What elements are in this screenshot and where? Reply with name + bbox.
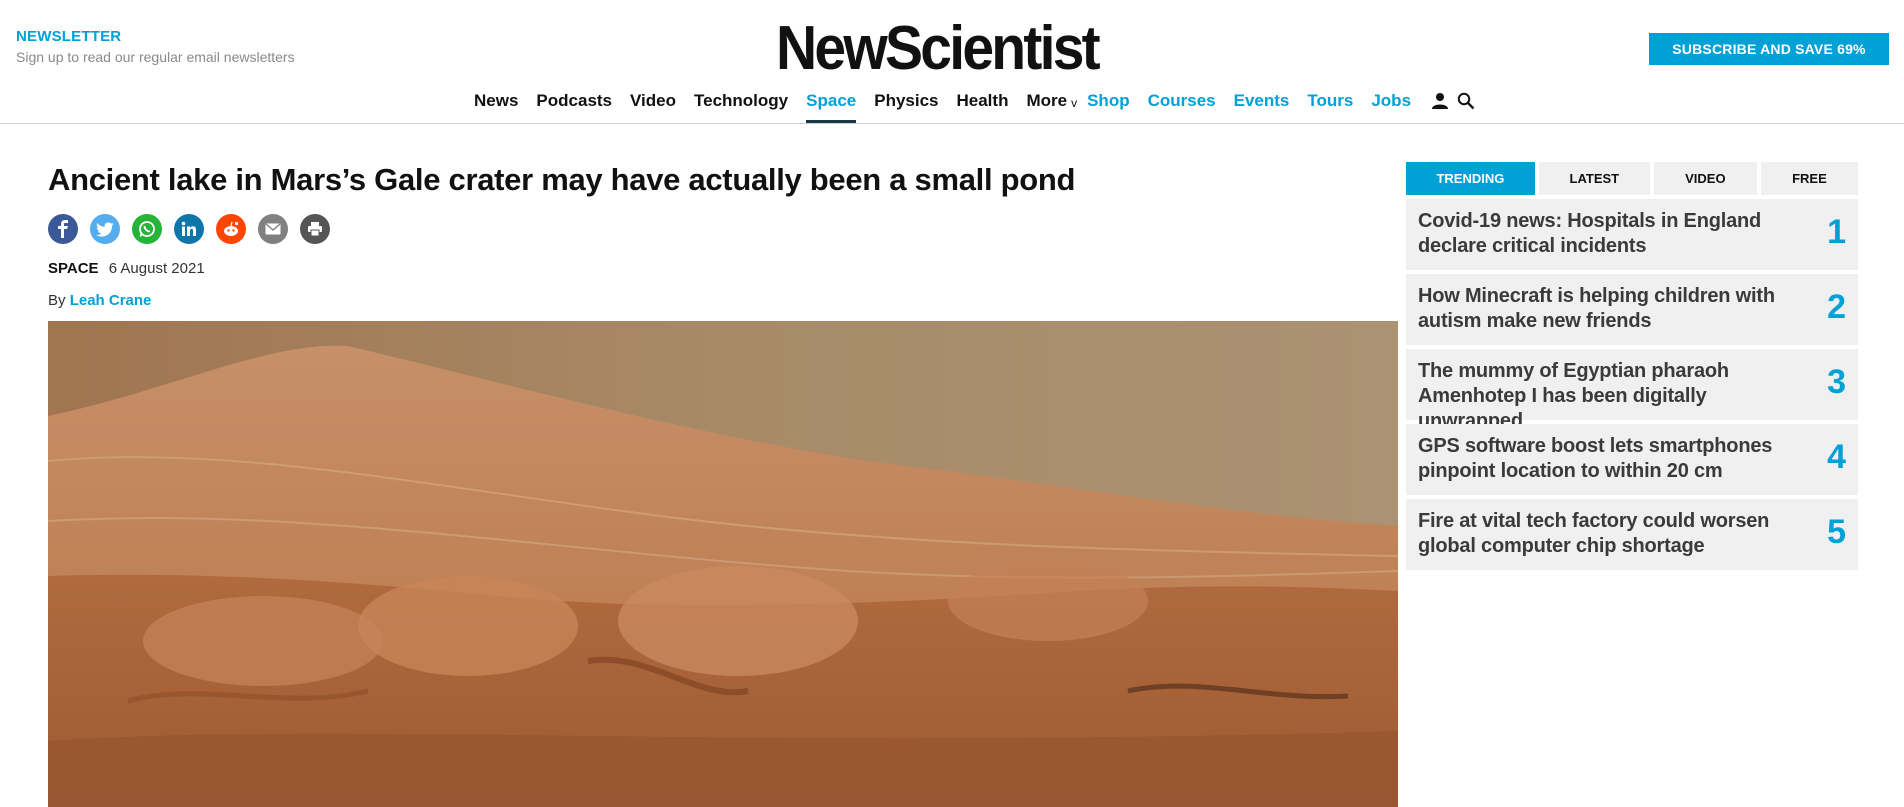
hero-image xyxy=(48,321,1398,807)
trending-title[interactable]: Fire at vital tech factory could worsen … xyxy=(1418,509,1798,559)
header-divider xyxy=(0,123,1904,124)
trending-rank: 5 xyxy=(1827,513,1846,551)
trending-rank: 2 xyxy=(1827,288,1846,326)
newsletter-signup[interactable]: NEWSLETTER Sign up to read our regular e… xyxy=(16,28,295,65)
trending-list: Covid-19 news: Hospitals in England decl… xyxy=(1406,199,1858,574)
nav-item-video[interactable]: Video xyxy=(630,88,676,124)
nav-link-shop[interactable]: Shop xyxy=(1087,88,1130,124)
tab-free[interactable]: FREE xyxy=(1760,162,1858,195)
nav-item-space[interactable]: Space xyxy=(806,88,857,124)
whatsapp-icon[interactable] xyxy=(132,214,162,244)
article-headline: Ancient lake in Mars’s Gale crater may h… xyxy=(48,162,1076,197)
nav-item-more[interactable]: More xyxy=(1026,88,1067,124)
publish-date: 6 August 2021 xyxy=(108,260,205,277)
list-item[interactable]: Covid-19 news: Hospitals in England decl… xyxy=(1406,199,1858,270)
tab-video[interactable]: VIDEO xyxy=(1653,162,1757,195)
nav-link-events[interactable]: Events xyxy=(1234,88,1290,124)
list-item[interactable]: How Minecraft is helping children with a… xyxy=(1406,274,1858,345)
newsletter-title[interactable]: NEWSLETTER xyxy=(16,28,295,45)
site-logo[interactable]: NewScientist xyxy=(776,18,1101,80)
reddit-icon[interactable] xyxy=(216,214,246,244)
facebook-icon[interactable] xyxy=(48,214,78,244)
nav-item-news[interactable]: News xyxy=(474,88,518,124)
author-link[interactable]: Leah Crane xyxy=(70,292,152,309)
twitter-icon[interactable] xyxy=(90,214,120,244)
sidebar-tabs: TRENDING LATEST VIDEO FREE xyxy=(1406,162,1858,195)
trending-rank: 3 xyxy=(1827,363,1846,401)
list-item[interactable]: GPS software boost lets smartphones pinp… xyxy=(1406,424,1858,495)
nav-item-technology[interactable]: Technology xyxy=(694,88,788,124)
nav-item-podcasts[interactable]: Podcasts xyxy=(536,88,612,124)
byline-prefix: By xyxy=(48,292,66,309)
nav-item-health[interactable]: Health xyxy=(957,88,1009,124)
tab-latest[interactable]: LATEST xyxy=(1538,162,1650,195)
trending-title[interactable]: The mummy of Egyptian pharaoh Amenhotep … xyxy=(1418,359,1798,434)
tab-trending[interactable]: TRENDING xyxy=(1406,162,1535,195)
subscribe-button[interactable]: SUBSCRIBE AND SAVE 69% xyxy=(1649,33,1889,65)
section-label[interactable]: SPACE xyxy=(48,260,99,277)
email-icon[interactable] xyxy=(258,214,288,244)
trending-rank: 1 xyxy=(1827,213,1846,251)
search-icon[interactable] xyxy=(1455,88,1477,114)
linkedin-icon[interactable] xyxy=(174,214,204,244)
share-bar xyxy=(48,214,342,244)
nav-item-physics[interactable]: Physics xyxy=(874,88,938,124)
byline: By Leah Crane xyxy=(48,292,151,309)
trending-title[interactable]: GPS software boost lets smartphones pinp… xyxy=(1418,434,1798,484)
trending-title[interactable]: How Minecraft is helping children with a… xyxy=(1418,284,1798,334)
chevron-down-icon[interactable]: v xyxy=(1071,88,1077,118)
list-item[interactable]: The mummy of Egyptian pharaoh Amenhotep … xyxy=(1406,349,1858,432)
trending-rank: 4 xyxy=(1827,438,1846,476)
main-nav: News Podcasts Video Technology Space Phy… xyxy=(474,88,1481,124)
nav-link-jobs[interactable]: Jobs xyxy=(1371,88,1411,124)
list-item[interactable]: Fire at vital tech factory could worsen … xyxy=(1406,499,1858,570)
article-meta: SPACE 6 August 2021 xyxy=(48,260,205,277)
print-icon[interactable] xyxy=(300,214,330,244)
newsletter-subtitle[interactable]: Sign up to read our regular email newsle… xyxy=(16,49,295,65)
nav-link-courses[interactable]: Courses xyxy=(1148,88,1216,124)
account-icon[interactable] xyxy=(1429,88,1451,114)
trending-title[interactable]: Covid-19 news: Hospitals in England decl… xyxy=(1418,209,1798,259)
nav-link-tours[interactable]: Tours xyxy=(1307,88,1353,124)
